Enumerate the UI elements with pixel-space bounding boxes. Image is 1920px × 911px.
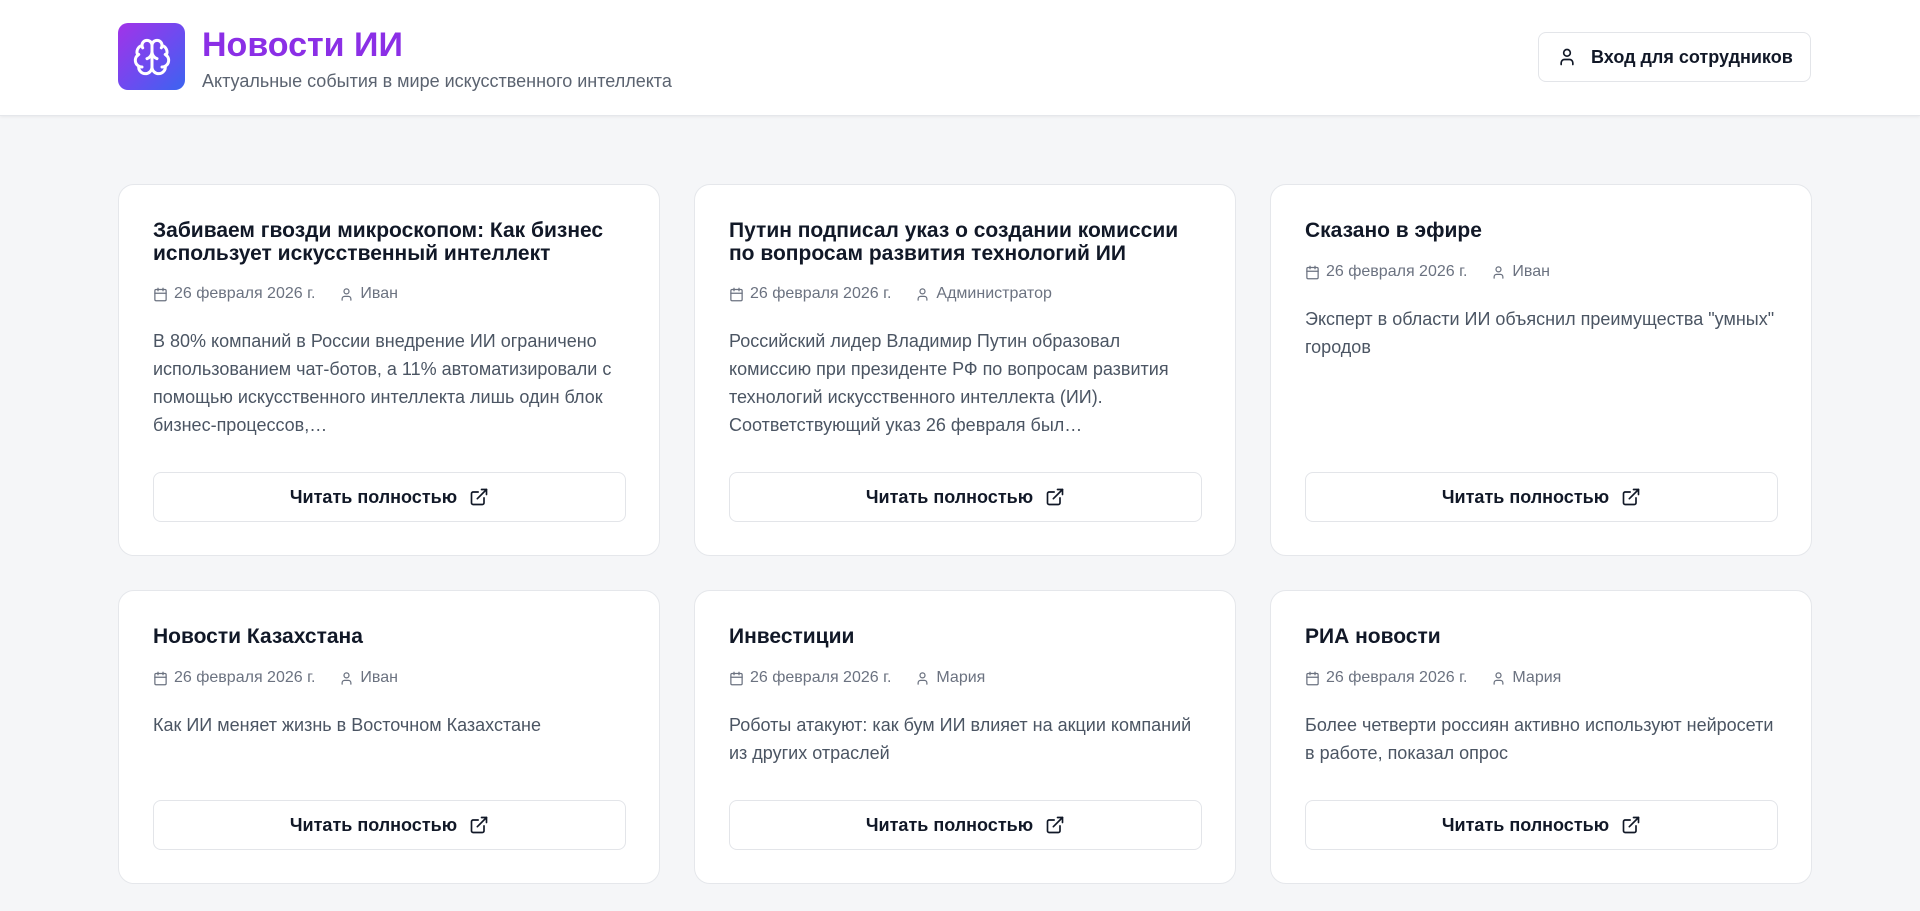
card-title: Новости Казахстана <box>153 625 363 648</box>
card-title: Путин подписал указ о создании комиссии … <box>729 219 1179 265</box>
card-date: 26 февраля 2026 г. <box>1326 263 1468 280</box>
card-date: 26 февраля 2026 г. <box>1326 669 1468 686</box>
card-date: 26 февраля 2026 г. <box>174 285 316 302</box>
card-excerpt: Роботы атакуют: как бум ИИ влияет на акц… <box>729 715 1192 763</box>
staff-login-button[interactable]: Вход для сотрудников <box>1538 32 1811 82</box>
site-header: Новости ИИ Актуальные события в мире иск… <box>0 0 1920 116</box>
read-more-button[interactable]: Читать полностью <box>729 472 1202 522</box>
news-card: Сказано в эфире 26 февраля 2026 г. Иван … <box>1270 184 1812 556</box>
site-title: Новости ИИ <box>202 26 403 64</box>
calendar-icon <box>1306 265 1319 279</box>
calendar-icon <box>1306 671 1319 685</box>
staff-login-label: Вход для сотрудников <box>1591 46 1793 67</box>
card-author: Иван <box>360 285 398 302</box>
card-title: Инвестиции <box>729 625 855 648</box>
read-more-button[interactable]: Читать полностью <box>153 800 626 850</box>
card-meta: 26 февраля 2026 г. Мария <box>729 668 985 688</box>
read-more-button[interactable]: Читать полностью <box>1305 800 1778 850</box>
card-author: Иван <box>1512 263 1550 280</box>
news-card: РИА новости 26 февраля 2026 г. Мария Бол… <box>1270 590 1812 884</box>
external-link-icon <box>470 488 488 506</box>
calendar-icon <box>154 671 167 685</box>
card-meta: 26 февраля 2026 г. Иван <box>153 284 398 304</box>
card-meta: 26 февраля 2026 г. Мария <box>1305 668 1561 688</box>
external-link-icon <box>470 816 488 834</box>
card-excerpt: Российский лидер Владимир Путин образова… <box>729 331 1169 435</box>
card-author: Мария <box>936 669 986 686</box>
card-excerpt: Более четверти россиян активно использую… <box>1305 715 1774 763</box>
external-link-icon <box>1622 488 1640 506</box>
read-more-label: Читать полностью <box>1441 814 1610 835</box>
calendar-icon <box>730 671 743 685</box>
read-more-label: Читать полностью <box>865 486 1034 507</box>
read-more-label: Читать полностью <box>1441 486 1610 507</box>
news-card: Забиваем гвозди микроскопом: Как бизнес … <box>118 184 660 556</box>
read-more-label: Читать полностью <box>865 814 1034 835</box>
news-card: Новости Казахстана 26 февраля 2026 г. Ив… <box>118 590 660 884</box>
card-meta: 26 февраля 2026 г. Администратор <box>729 284 1052 304</box>
read-more-button[interactable]: Читать полностью <box>153 472 626 522</box>
card-excerpt: Как ИИ меняет жизнь в Восточном Казахста… <box>153 715 541 735</box>
user-icon <box>917 287 928 301</box>
card-author: Администратор <box>936 285 1052 302</box>
read-more-label: Читать полностью <box>289 486 458 507</box>
external-link-icon <box>1046 816 1064 834</box>
user-icon <box>1557 47 1577 67</box>
user-icon <box>1493 265 1504 279</box>
card-title: Забиваем гвозди микроскопом: Как бизнес … <box>153 219 604 265</box>
card-title: Сказано в эфире <box>1305 219 1482 242</box>
calendar-icon <box>730 287 743 301</box>
site-subtitle: Актуальные события в мире искусственного… <box>202 71 672 91</box>
read-more-label: Читать полностью <box>289 814 458 835</box>
user-icon <box>917 671 928 685</box>
card-meta: 26 февраля 2026 г. Иван <box>1305 262 1550 282</box>
card-excerpt: Эксперт в области ИИ объяснил преимущест… <box>1305 309 1775 357</box>
card-date: 26 февраля 2026 г. <box>174 669 316 686</box>
calendar-icon <box>154 287 167 301</box>
external-link-icon <box>1046 488 1064 506</box>
user-icon <box>1493 671 1504 685</box>
card-date: 26 февраля 2026 г. <box>750 285 892 302</box>
user-icon <box>341 287 352 301</box>
card-excerpt: В 80% компаний в России внедрение ИИ огр… <box>153 331 612 435</box>
brain-icon <box>133 38 170 75</box>
card-title: РИА новости <box>1305 625 1441 648</box>
card-author: Иван <box>360 669 398 686</box>
news-card: Путин подписал указ о создании комиссии … <box>694 184 1236 556</box>
logo[interactable] <box>118 23 185 90</box>
card-meta: 26 февраля 2026 г. Иван <box>153 668 398 688</box>
card-date: 26 февраля 2026 г. <box>750 669 892 686</box>
read-more-button[interactable]: Читать полностью <box>729 800 1202 850</box>
news-card: Инвестиции 26 февраля 2026 г. Мария Робо… <box>694 590 1236 884</box>
user-icon <box>341 671 352 685</box>
card-author: Мария <box>1512 669 1562 686</box>
read-more-button[interactable]: Читать полностью <box>1305 472 1778 522</box>
external-link-icon <box>1622 816 1640 834</box>
